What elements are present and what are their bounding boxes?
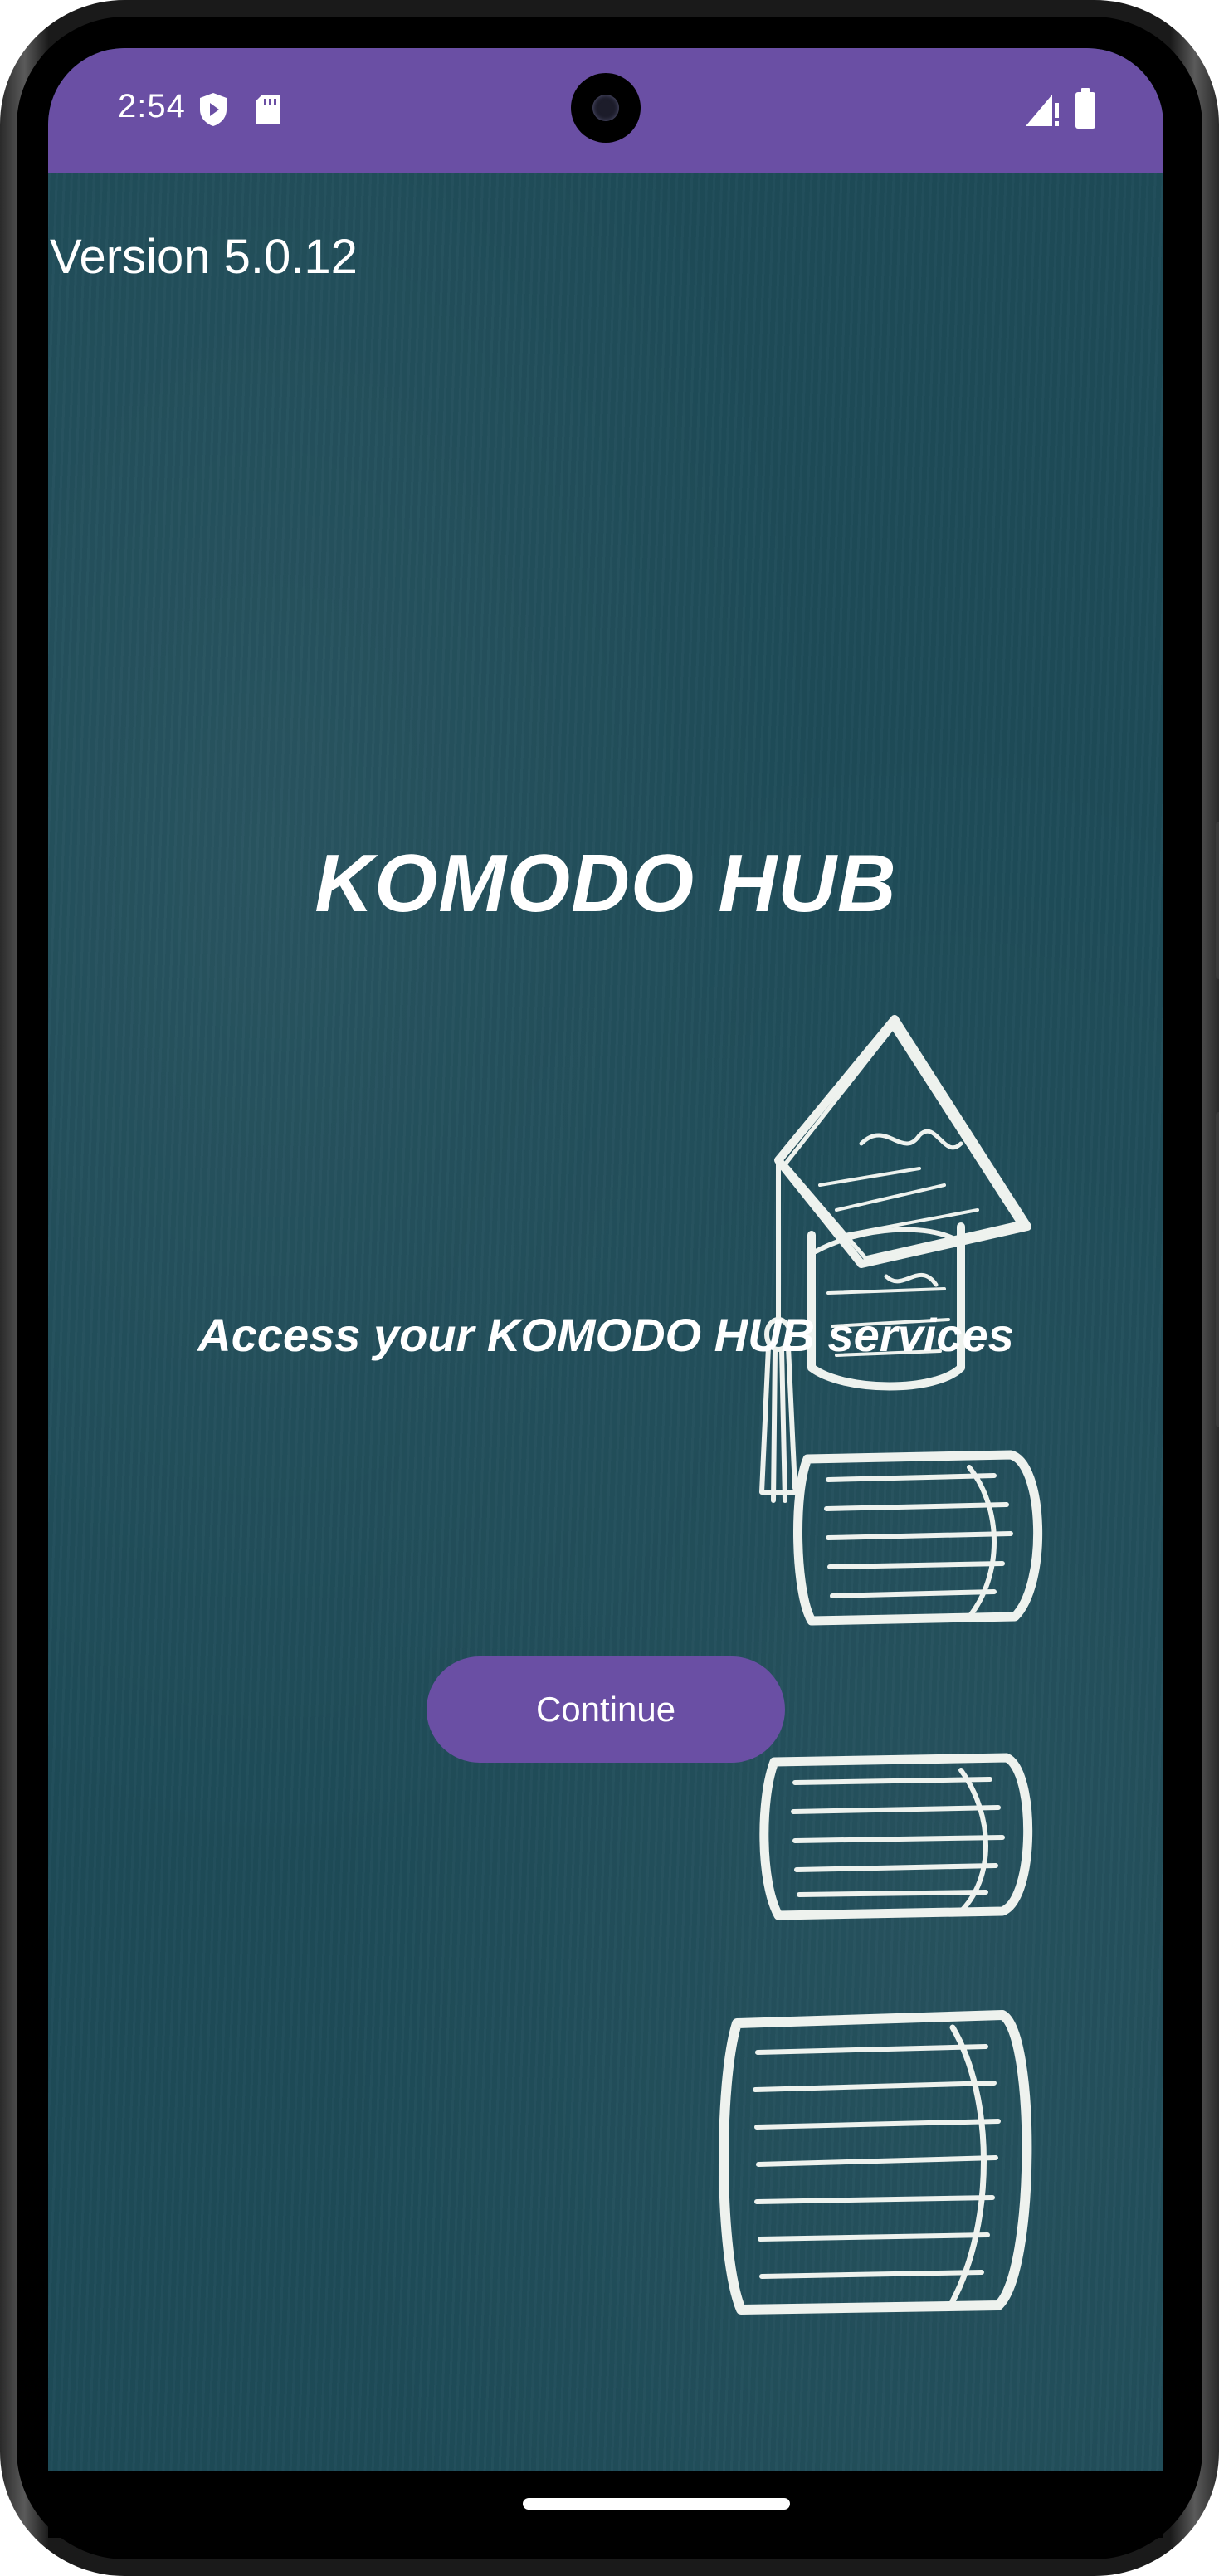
gesture-nav-bar	[48, 2471, 1163, 2538]
power-button	[1216, 1112, 1219, 1427]
shield-play-icon	[200, 93, 227, 126]
sd-card-icon	[256, 95, 280, 124]
battery-icon	[1075, 88, 1095, 129]
front-camera	[571, 73, 641, 143]
status-time: 2:54	[118, 88, 186, 124]
status-bar: 2:54	[48, 48, 1163, 173]
phone-frame: 2:54 Version 5.0.12 KOMODO HUB Access yo…	[0, 0, 1219, 2576]
screen: 2:54 Version 5.0.12 KOMODO HUB Access yo…	[48, 48, 1163, 2471]
signal-alert-icon	[1026, 95, 1059, 126]
splash-content: Version 5.0.12 KOMODO HUB Access your KO…	[48, 173, 1163, 2471]
continue-button[interactable]: Continue	[427, 1656, 785, 1763]
app-title: KOMODO HUB	[315, 837, 897, 929]
home-indicator[interactable]	[523, 2498, 790, 2510]
volume-button	[1216, 822, 1219, 979]
version-label: Version 5.0.12	[50, 230, 358, 284]
app-subtitle: Access your KOMODO HUB services	[197, 1309, 1014, 1361]
